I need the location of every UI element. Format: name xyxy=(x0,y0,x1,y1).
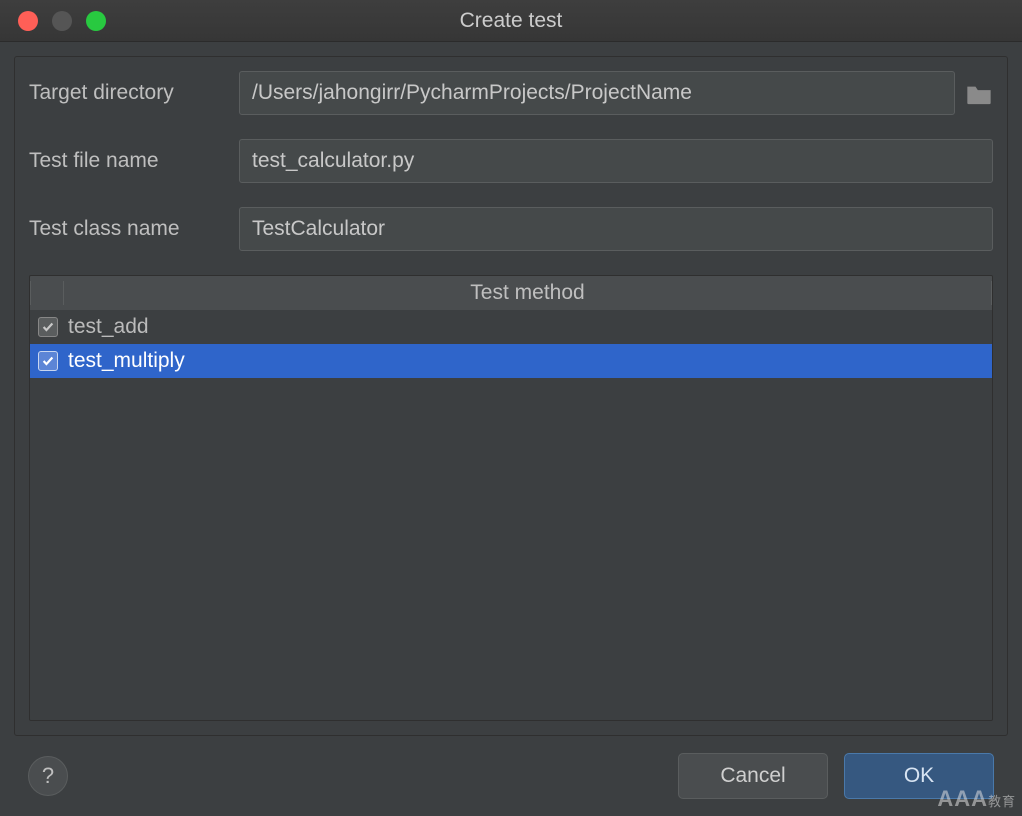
browse-folder-icon[interactable] xyxy=(965,82,993,104)
target-directory-input[interactable] xyxy=(239,71,955,115)
row-method-name: test_multiply xyxy=(68,349,185,373)
dialog-footer: ? Cancel OK xyxy=(14,736,1008,816)
test-file-name-input[interactable] xyxy=(239,139,993,183)
test-class-name-row: Test class name xyxy=(29,207,993,251)
ok-button[interactable]: OK xyxy=(844,753,994,799)
test-file-name-label: Test file name xyxy=(29,149,229,173)
help-button[interactable]: ? xyxy=(28,756,68,796)
row-checkbox[interactable] xyxy=(38,351,58,371)
window-title: Create test xyxy=(0,9,1022,33)
test-file-name-row: Test file name xyxy=(29,139,993,183)
table-header: Test method xyxy=(30,276,992,310)
table-header-label: Test method xyxy=(64,281,992,305)
dialog-window: Create test Target directory Test file n… xyxy=(0,0,1022,816)
titlebar: Create test xyxy=(0,0,1022,42)
form-panel: Target directory Test file name Test cla… xyxy=(14,56,1008,736)
table-row[interactable]: test_add xyxy=(30,310,992,344)
target-directory-row: Target directory xyxy=(29,71,993,115)
test-methods-table: Test method test_add test_multiply xyxy=(29,275,993,721)
test-class-name-label: Test class name xyxy=(29,217,229,241)
row-checkbox[interactable] xyxy=(38,317,58,337)
table-body: test_add test_multiply xyxy=(30,310,992,720)
cancel-button[interactable]: Cancel xyxy=(678,753,828,799)
dialog-content: Target directory Test file name Test cla… xyxy=(0,42,1022,816)
table-row[interactable]: test_multiply xyxy=(30,344,992,378)
target-directory-label: Target directory xyxy=(29,81,229,105)
row-method-name: test_add xyxy=(68,315,149,339)
test-class-name-input[interactable] xyxy=(239,207,993,251)
